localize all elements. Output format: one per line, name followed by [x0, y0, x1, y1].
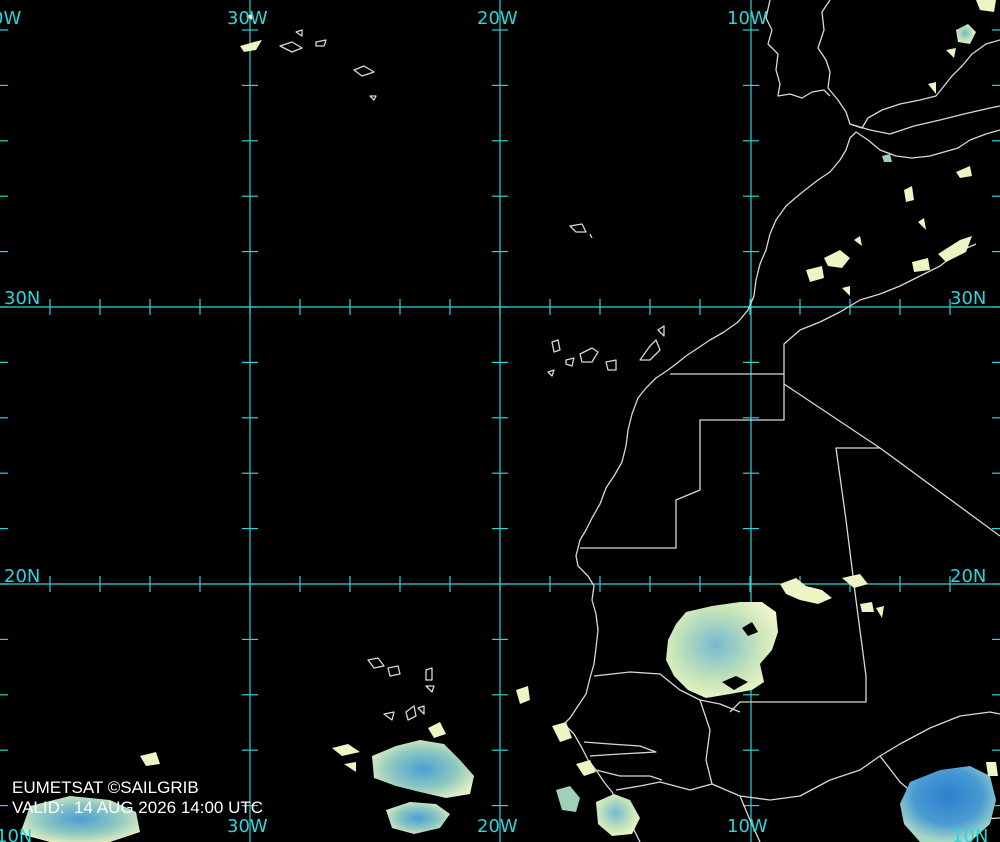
label-30n-left: 30N — [4, 288, 40, 309]
label-20w-top: 20W — [477, 8, 518, 29]
label-20w-bottom: 20W — [477, 816, 518, 837]
valid-time: VALID: 14 AUG 2026 14:00 UTC — [12, 798, 264, 817]
label-10n-right: 10N — [952, 826, 988, 842]
satellite-map: 0W 30W 20W 10W 30N 30N 20N 20N 10N 30W 2… — [0, 0, 1000, 842]
label-10n-left: 10N — [0, 826, 32, 842]
label-10w-top: 10W — [727, 8, 768, 29]
label-30w-bottom: 30W — [227, 816, 268, 837]
cloud-mass-mali — [666, 602, 778, 698]
label-10w-bottom: 10W — [727, 816, 768, 837]
label-30w-top: 30W — [227, 8, 268, 29]
label-30n-right: 30N — [950, 288, 986, 309]
label-20n-left: 20N — [4, 566, 40, 587]
label-0w-top: 0W — [0, 8, 21, 29]
label-20n-right: 20N — [950, 566, 986, 587]
cloud-small-se — [986, 762, 998, 776]
credit-line: EUMETSAT ©SAILGRIB — [12, 778, 199, 797]
